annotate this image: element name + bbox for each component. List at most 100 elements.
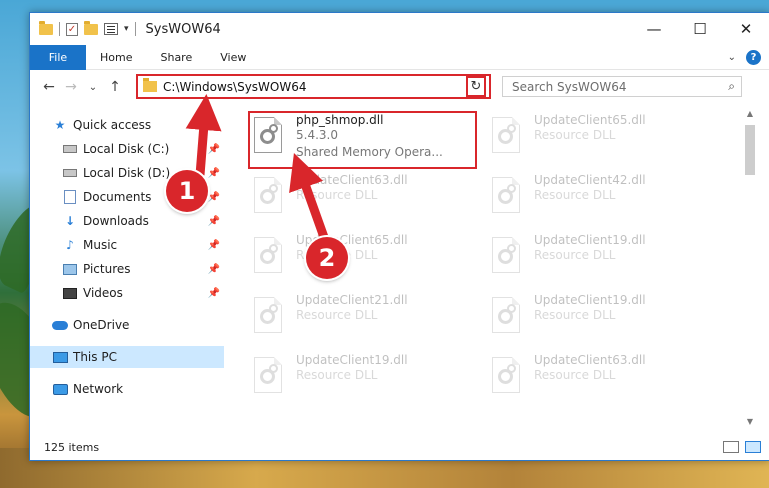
file-description: Resource DLL [534,128,616,142]
disk-icon [63,145,77,153]
dll-file-icon [488,117,526,161]
tab-file[interactable]: File [30,44,86,70]
file-name: UpdateClient63.dll [534,353,646,367]
forward-button[interactable]: → [60,79,82,95]
file-name: UpdateClient19.dll [534,233,646,247]
file-description: Resource DLL [296,368,378,382]
refresh-button[interactable]: ↻ [466,76,486,97]
tab-home[interactable]: Home [86,51,146,64]
cloud-icon [52,320,68,330]
window-controls: — ☐ ✕ [631,13,769,45]
dll-file-icon [488,177,526,221]
recent-locations-button[interactable]: ⌄ [82,82,104,93]
maximize-button[interactable]: ☐ [677,13,723,45]
file-name: UpdateClient19.dll [534,293,646,307]
details-view-icon[interactable] [723,441,739,453]
tab-view[interactable]: View [206,51,260,64]
checkmark-properties-icon[interactable]: ✓ [66,22,78,36]
documents-icon [64,190,76,204]
folder-icon[interactable] [39,20,53,35]
tiles-view-icon[interactable] [745,441,761,453]
sidebar-item-label: OneDrive [73,318,130,332]
up-button[interactable]: ↑ [104,79,126,95]
sidebar-item-network[interactable]: Network [30,378,224,400]
sidebar-item-music[interactable]: ♪ Music 📌 [30,234,224,256]
pictures-icon [63,263,77,275]
pin-icon[interactable]: 📌 [208,192,220,203]
dll-file-icon [250,297,288,341]
file-item[interactable]: UpdateClient65.dllResource DLL [250,233,485,289]
toolbar-divider [134,22,136,36]
sidebar-item-this-pc[interactable]: This PC [30,346,224,368]
file-item[interactable]: UpdateClient65.dllResource DLL [488,113,723,169]
step-2-badge: 2 [306,237,348,279]
tab-share[interactable]: Share [146,51,206,64]
help-icon[interactable]: ? [746,50,761,65]
sidebar-item-local-disk-c[interactable]: Local Disk (C:) 📌 [30,138,224,160]
item-count: 125 items [44,441,100,454]
pin-icon[interactable]: 📌 [208,288,220,299]
customize-toolbar-icon[interactable]: ▾ [124,24,129,34]
navigation-pane: ★ Quick access Local Disk (C:) 📌 Local D… [30,109,224,429]
file-name: UpdateClient19.dll [296,353,408,367]
file-description: Resource DLL [534,248,616,262]
address-path[interactable]: C:\Windows\SysWOW64 [163,80,475,94]
file-item[interactable]: UpdateClient19.dll Resource DLL [488,233,723,289]
file-explorer-window: ✓ ▾ SysWOW64 — ☐ ✕ File Home Share View … [29,12,769,461]
file-item[interactable]: UpdateClient63.dll Resource DLL [250,173,485,229]
file-highlight-box [248,111,477,169]
search-icon[interactable]: ⌕ [728,79,735,94]
sidebar-item-label: Videos [83,286,123,300]
pin-icon[interactable]: 📌 [208,216,220,227]
new-folder-icon[interactable] [84,20,98,35]
sidebar-item-onedrive[interactable]: OneDrive [30,314,224,336]
scroll-up-icon[interactable]: ▲ [742,109,758,123]
file-item[interactable]: UpdateClient19.dll Resource DLL [488,293,723,349]
window-title: SysWOW64 [145,21,221,37]
pc-icon [52,351,68,363]
sidebar-item-label: Downloads [83,214,149,228]
sidebar-item-label: Documents [83,190,152,204]
title-bar: ✓ ▾ SysWOW64 — ☐ ✕ [30,13,769,45]
sidebar-item-videos[interactable]: Videos 📌 [30,282,224,304]
sidebar-item-pictures[interactable]: Pictures 📌 [30,258,224,280]
expand-ribbon-icon[interactable]: ⌄ [728,52,736,63]
pin-icon[interactable]: 📌 [208,240,220,251]
toolbar-divider [59,22,60,36]
dll-file-icon [250,237,288,281]
search-input[interactable]: Search SysWOW64 [512,80,728,94]
sidebar-item-quick-access[interactable]: ★ Quick access [30,114,224,136]
sidebar-item-label: Local Disk (C:) [83,142,170,156]
file-item[interactable]: UpdateClient63.dll Resource DLL [488,353,723,409]
scroll-thumb[interactable] [745,125,755,175]
file-item[interactable]: UpdateClient21.dll Resource DLL [250,293,485,349]
pin-icon[interactable]: 📌 [208,144,220,155]
sidebar-item-label: Music [83,238,118,252]
dll-file-icon [250,357,288,401]
scroll-down-icon[interactable]: ▼ [742,417,758,431]
navigation-bar: ← → ⌄ ↑ C:\Windows\SysWOW64 ⌄ ↻ Search S… [30,71,769,103]
file-item[interactable]: UpdateClient19.dll Resource DLL [250,353,485,409]
network-icon [52,383,68,395]
status-bar: 125 items [30,435,769,460]
close-button[interactable]: ✕ [723,13,769,45]
pin-icon[interactable]: 📌 [208,168,220,179]
sidebar-item-label: Quick access [73,118,152,132]
vertical-scrollbar[interactable]: ▲ ▼ [742,109,758,431]
file-item[interactable]: UpdateClient42.dll Resource DLL [488,173,723,229]
sidebar-item-label: This PC [73,350,117,364]
file-description: Resource DLL [534,368,616,382]
back-button[interactable]: ← [38,79,60,95]
properties-icon[interactable] [104,23,118,35]
address-bar[interactable]: C:\Windows\SysWOW64 ⌄ [136,74,491,99]
file-name: UpdateClient63.dll [296,173,408,187]
search-box[interactable]: Search SysWOW64 ⌕ [502,76,742,97]
minimize-button[interactable]: — [631,13,677,45]
file-description: Resource DLL [534,308,616,322]
dll-file-icon [488,237,526,281]
download-icon: ↓ [64,214,76,228]
sidebar-item-downloads[interactable]: ↓ Downloads 📌 [30,210,224,232]
pin-icon[interactable]: 📌 [208,264,220,275]
file-name: UpdateClient21.dll [296,293,408,307]
ribbon-tabs: File Home Share View ⌄ ? [30,44,769,70]
